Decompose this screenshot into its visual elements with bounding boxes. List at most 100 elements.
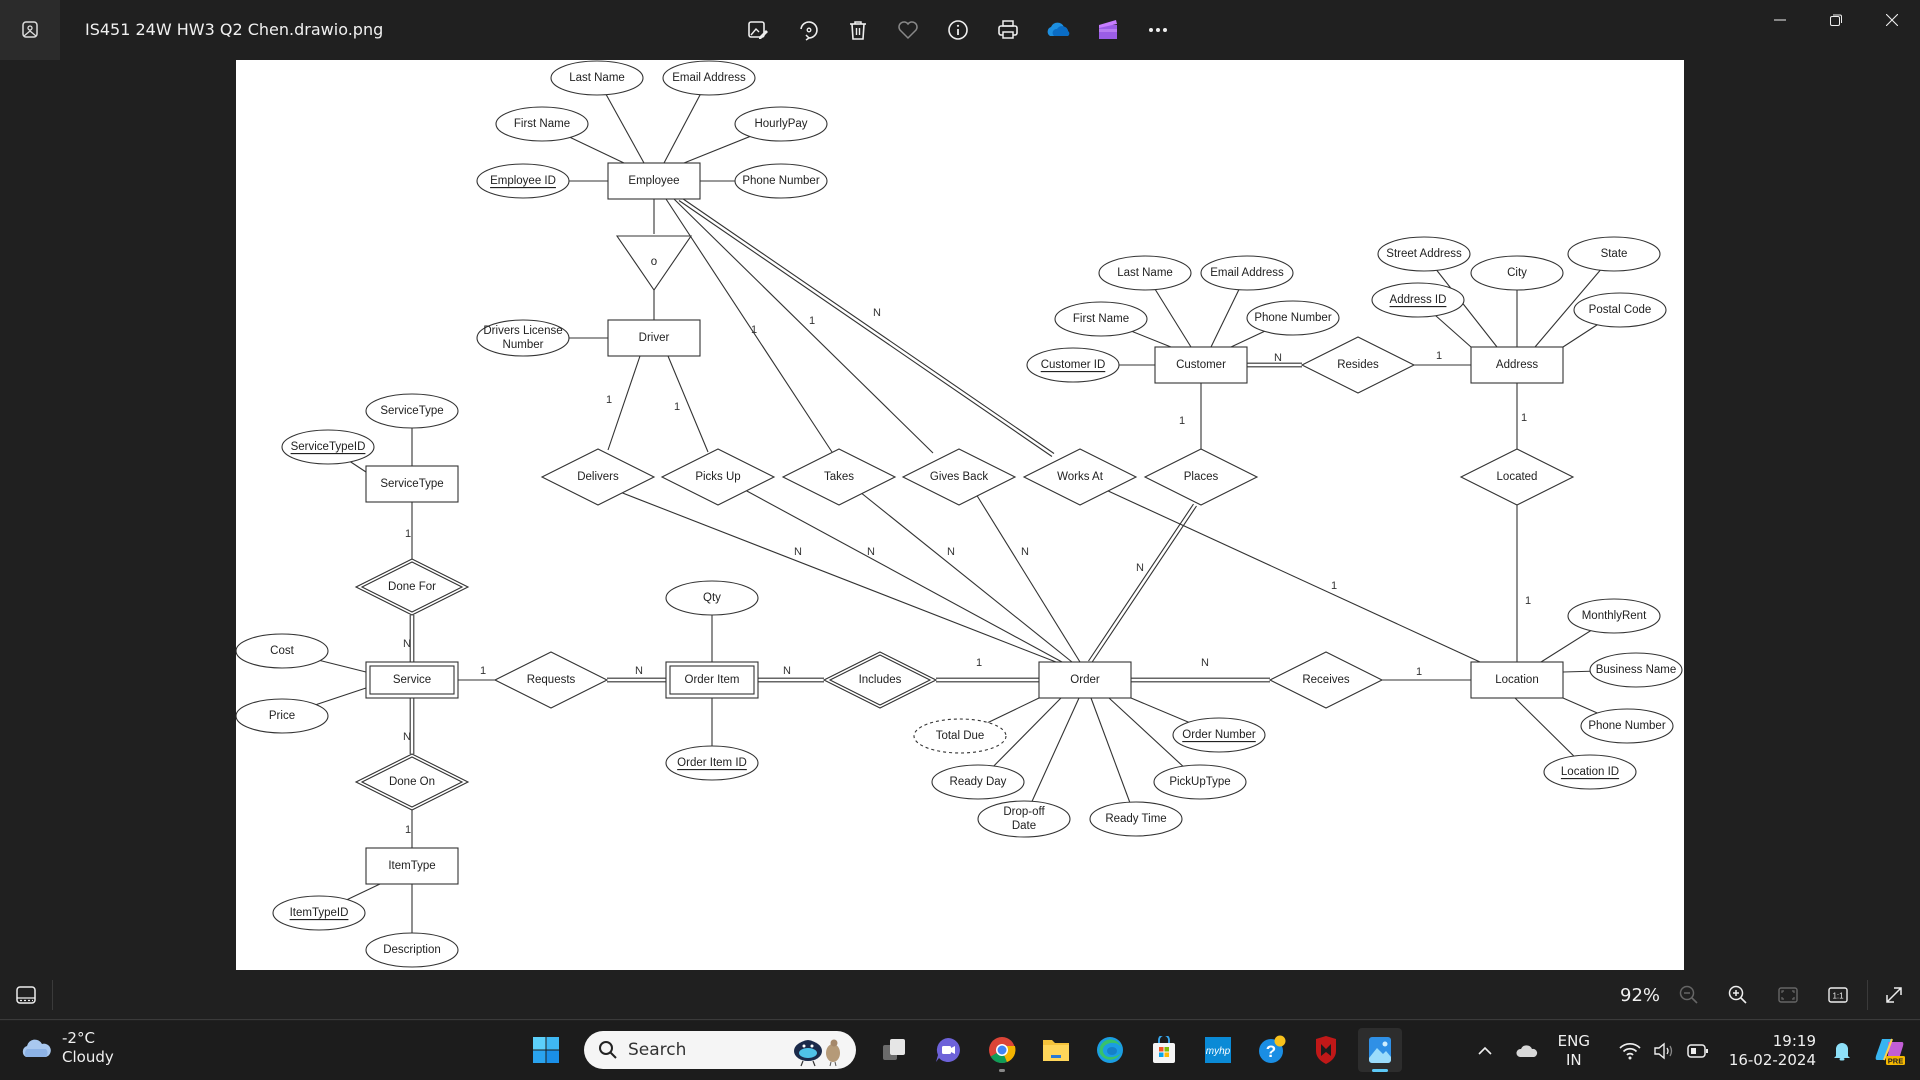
running-indicator	[999, 1069, 1005, 1072]
attribute-label-ord-readyday: Ready Day	[950, 776, 1007, 788]
photos-button[interactable]	[1358, 1028, 1402, 1072]
more-dots-icon	[1149, 28, 1167, 32]
relationship-label-resides: Resides	[1337, 359, 1379, 371]
start-button[interactable]	[524, 1028, 568, 1072]
relationship-label-donefor: Done For	[388, 581, 436, 593]
mcafee-button[interactable]	[1304, 1028, 1348, 1072]
zoom-in-button[interactable]	[1722, 979, 1754, 1011]
cardinality-cus-resides: N	[1274, 352, 1282, 364]
edit-image-button[interactable]	[740, 12, 776, 48]
more-options-button[interactable]	[1140, 12, 1176, 48]
entity-label-driver: Driver	[639, 332, 670, 344]
myhp-button[interactable]: myhp	[1196, 1028, 1240, 1072]
copilot-button[interactable]: PRE	[1860, 1031, 1920, 1071]
attribute-label-ord-number: Order Number	[1182, 729, 1256, 741]
attribute-label-cus-id: Customer ID	[1041, 359, 1106, 371]
notifications-button[interactable]	[1824, 1031, 1860, 1071]
search-placeholder: Search	[628, 1040, 687, 1060]
cardinality-st-donefor: 1	[405, 528, 411, 540]
fit-window-icon	[1778, 987, 1798, 1003]
chrome-button[interactable]	[980, 1028, 1024, 1072]
entity-label-orderitem: Order Item	[685, 674, 740, 686]
restore-button[interactable]	[1808, 0, 1864, 40]
zoom-out-button[interactable]	[1673, 979, 1705, 1011]
close-button[interactable]	[1864, 0, 1920, 40]
minimize-icon	[1774, 19, 1786, 21]
attribute-label-loc-rent: MonthlyRent	[1582, 610, 1647, 622]
entity-label-customer: Customer	[1176, 359, 1226, 371]
attribute-label-ord-pickuptype: PickUpType	[1169, 776, 1230, 788]
get-help-button[interactable]: ?	[1250, 1028, 1294, 1072]
delete-button[interactable]	[840, 12, 876, 48]
onedrive-button[interactable]	[1040, 12, 1076, 48]
cardinality-loc-worksat: 1	[1331, 580, 1337, 592]
teams-meet-button[interactable]	[926, 1028, 970, 1072]
filmstrip-icon	[16, 986, 36, 1004]
cardinality-emp-givesback: 1	[809, 315, 815, 327]
actual-size-button[interactable]: 1:1	[1822, 979, 1854, 1011]
taskbar-search-box[interactable]: Search	[584, 1031, 856, 1069]
attribute-label: Date	[1012, 820, 1036, 832]
window-title: IS451 24W HW3 Q2 Chen.drawio.png	[85, 20, 384, 39]
diagram-labels: o Employee Driver Customer Address ServiceTyp…	[269, 72, 1676, 956]
file-info-button[interactable]	[940, 12, 976, 48]
relationship-label-includes: Includes	[859, 674, 902, 686]
attribute-label: Drivers License	[483, 325, 562, 337]
full-screen-button[interactable]	[1878, 979, 1910, 1011]
er-diagram-image[interactable]: o Employee Driver Customer Address ServiceTyp…	[236, 60, 1684, 970]
myhp-icon: myhp	[1205, 1037, 1231, 1063]
language-line-2: IN	[1565, 1050, 1582, 1069]
microsoft-store-button[interactable]	[1142, 1028, 1186, 1072]
cardinality-oi-requests: N	[635, 665, 643, 677]
viewer-toolbar	[740, 12, 1176, 48]
taskbar-apps: Search myhp ?	[524, 1026, 1402, 1074]
entity-label-location: Location	[1495, 674, 1538, 686]
bell-icon	[1834, 1042, 1850, 1060]
quick-settings-button[interactable]	[1599, 1031, 1729, 1071]
filmstrip-toggle-button[interactable]	[10, 979, 42, 1011]
language-indicator[interactable]: ENG IN	[1549, 1031, 1599, 1071]
show-hidden-icons-button[interactable]	[1465, 1031, 1505, 1071]
weather-widget[interactable]: -2°C Cloudy	[20, 1029, 114, 1067]
windows-taskbar: -2°C Cloudy Search myhp ? ENG IN 19:19 1…	[0, 1021, 1920, 1080]
attribute-label-cus-email: Email Address	[1210, 267, 1284, 279]
fit-to-window-button[interactable]	[1772, 979, 1804, 1011]
total-participation-connector	[1091, 505, 1197, 664]
print-button[interactable]	[990, 12, 1026, 48]
clipchamp-button[interactable]	[1090, 12, 1126, 48]
battery-icon	[1687, 1043, 1708, 1058]
attribute-label-emp-lastname: Last Name	[569, 72, 625, 84]
relationship-label-doneon: Done On	[389, 776, 435, 788]
clock-time: 19:19	[1772, 1031, 1816, 1050]
rotate-button[interactable]	[790, 12, 826, 48]
attribute-label-adr-id: Address ID	[1390, 294, 1447, 306]
relationship-label-requests: Requests	[527, 674, 576, 686]
cardinality-emp-takes: 1	[751, 324, 757, 336]
minimize-button[interactable]	[1752, 0, 1808, 40]
copilot-icon: PRE	[1875, 1038, 1905, 1065]
zoom-in-icon	[1728, 985, 1747, 1004]
windows-logo-icon	[533, 1037, 559, 1063]
favorite-button[interactable]	[890, 12, 926, 48]
attribute-label-adr-street: Street Address	[1386, 248, 1462, 260]
file-explorer-button[interactable]	[1034, 1028, 1078, 1072]
attribute-label-cus-phone: Phone Number	[1254, 312, 1332, 324]
relationship-label-picksup: Picks Up	[695, 471, 740, 483]
clock[interactable]: 19:19 16-02-2024	[1729, 1031, 1824, 1071]
task-view-button[interactable]	[872, 1028, 916, 1072]
attribute-label-st-name: ServiceType	[380, 405, 443, 417]
entity-label-employee: Employee	[628, 175, 679, 187]
cardinality-drv-picksup: 1	[674, 401, 680, 413]
cardinality-ord-receives: N	[1201, 657, 1209, 669]
attribute-label-loc-id: Location ID	[1561, 766, 1619, 778]
attribute-label: Number	[503, 339, 544, 351]
connector	[673, 198, 934, 454]
edge-button[interactable]	[1088, 1028, 1132, 1072]
heart-icon	[898, 21, 918, 40]
cardinality-oi-includes: N	[783, 665, 791, 677]
onedrive-tray-button[interactable]	[1505, 1031, 1549, 1071]
cardinality-cus-places: 1	[1179, 415, 1185, 427]
total-participation-connector	[678, 200, 1053, 457]
weather-condition: Cloudy	[62, 1048, 114, 1066]
attribute-label-cus-lastname: Last Name	[1117, 267, 1173, 279]
